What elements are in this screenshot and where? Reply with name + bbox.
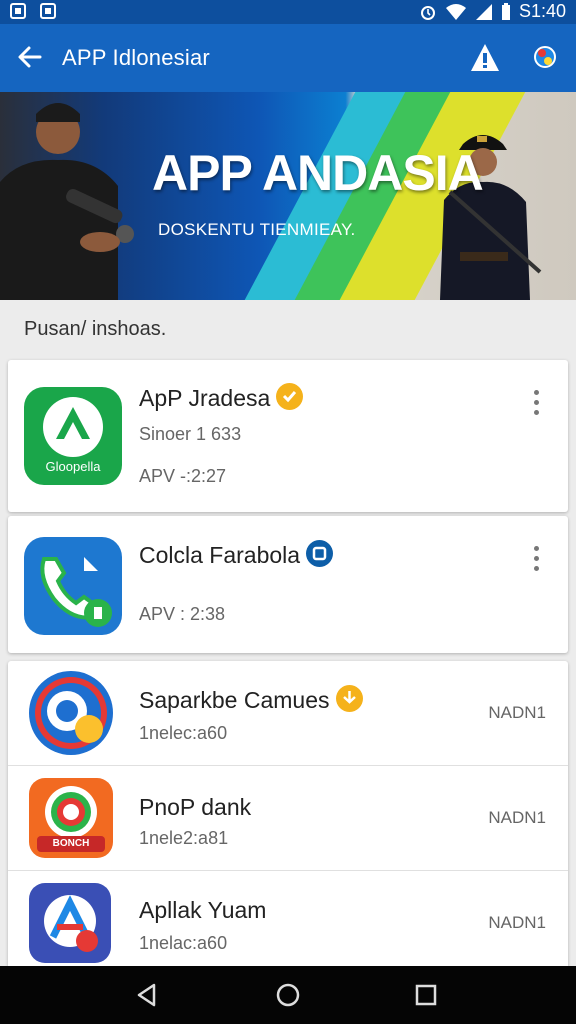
app-version: APV : 2:38 [139, 604, 226, 624]
app-icon [29, 671, 113, 755]
app-icon: BONCH [29, 778, 113, 858]
photo-icon [40, 3, 56, 19]
status-bar: S1:40 [0, 0, 576, 24]
app-icon: Gloopella [24, 387, 122, 485]
app-subtitle: 1nelac:a60 [139, 933, 228, 953]
app-name: Colcla Farabola [139, 542, 301, 568]
overflow-menu-icon[interactable] [526, 544, 546, 574]
image-icon [10, 3, 26, 19]
battery-icon [501, 2, 510, 20]
overflow-menu-icon[interactable] [526, 388, 546, 418]
list-item[interactable]: Saparkbe Camues 1nelec:a60 NADN1 [8, 661, 568, 765]
back-arrow-icon[interactable] [14, 41, 46, 73]
app-subtitle: 1nelec:a60 [139, 723, 228, 743]
wifi-icon [445, 3, 466, 20]
app-name-row: Colcla Farabola [139, 540, 334, 570]
square-badge-icon [306, 540, 334, 568]
app-icon-label: BONCH [52, 838, 90, 849]
app-bar-title: APP Idlonesiar [62, 45, 210, 70]
home-circle-icon[interactable] [273, 980, 303, 1010]
app-icon [29, 883, 111, 963]
app-name: PnoP dank [139, 794, 252, 820]
app-name-row: Saparkbe Camues [139, 685, 363, 715]
featured-app-card[interactable]: Gloopella ApP Jradesa Sinoer 1 633 APV -… [8, 360, 568, 512]
app-icon [24, 537, 122, 635]
system-nav-bar [0, 966, 576, 1024]
list-item[interactable]: Apllak Yuam 1nelac:a60 NADN1 [8, 871, 568, 966]
back-triangle-icon[interactable] [132, 980, 162, 1010]
section-label: Pusan/ inshoas. [24, 318, 167, 340]
letter-a-logo-icon [44, 895, 98, 952]
account-icon[interactable] [530, 42, 560, 72]
app-subtitle: 1nele2:a81 [139, 828, 229, 848]
alert-icon[interactable] [469, 42, 501, 74]
recents-square-icon[interactable] [411, 980, 441, 1010]
signal-icon [475, 3, 492, 20]
app-name: Saparkbe Camues [139, 687, 330, 713]
featured-app-card[interactable]: Colcla Farabola APV : 2:38 [8, 516, 568, 653]
app-icon-label: Gloopella [45, 459, 101, 474]
verified-badge-icon [276, 383, 304, 411]
phone-logo-icon [40, 557, 112, 627]
status-time: S1:40 [518, 1, 566, 21]
app-version: APV -:2:27 [139, 466, 227, 486]
app-name: ApP Jradesa [139, 385, 271, 411]
banner-subline: DOSKENTU TIENMIEAY. [158, 220, 356, 239]
download-badge-icon [335, 685, 363, 713]
app-bar: APP Idlonesiar [0, 24, 576, 92]
app-list: Saparkbe Camues 1nelec:a60 NADN1 BONCH P… [8, 661, 568, 966]
banner-person-left [0, 103, 134, 300]
app-name: Apllak Yuam [139, 897, 267, 923]
app-name-row: ApP Jradesa [139, 383, 304, 413]
app-subtitle: Sinoer 1 633 [139, 424, 242, 444]
target-logo-icon [35, 677, 107, 749]
banner-headline: APP ANDASIA [152, 145, 484, 201]
install-label[interactable]: NADN1 [488, 703, 546, 723]
alarm-icon [420, 5, 435, 20]
list-item[interactable]: BONCH PnoP dank 1nele2:a81 NADN1 [8, 766, 568, 870]
install-label[interactable]: NADN1 [488, 913, 546, 933]
promo-banner[interactable]: APP ANDASIA DOSKENTU TIENMIEAY. [0, 92, 576, 300]
install-label[interactable]: NADN1 [488, 808, 546, 828]
